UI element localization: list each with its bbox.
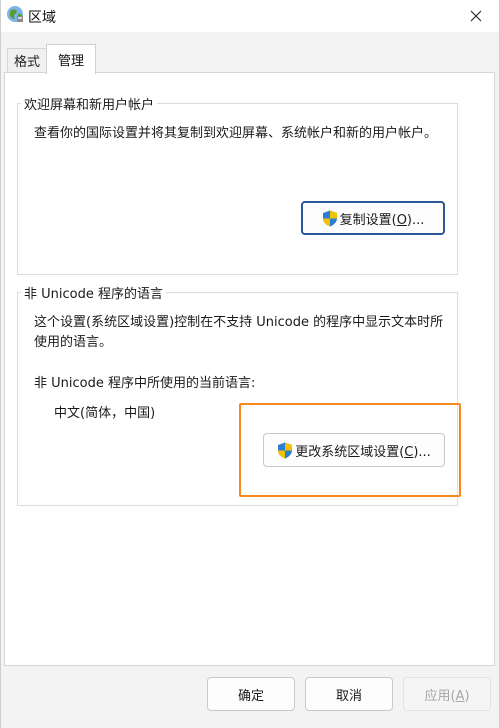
window-title: 区域 <box>28 10 56 26</box>
tab-manage[interactable]: 管理 <box>46 44 96 74</box>
copy-settings-label: 复制设置(O)... <box>339 212 425 228</box>
cancel-button[interactable]: 取消 <box>305 677 393 711</box>
copy-settings-button[interactable]: 复制设置(O)... <box>301 201 445 235</box>
current-language-label: 非 Unicode 程序中所使用的当前语言: <box>34 376 256 391</box>
globe-icon <box>7 6 23 22</box>
unicode-group-title: 非 Unicode 程序的语言 <box>21 283 166 302</box>
tab-format[interactable]: 格式 <box>7 48 47 72</box>
shield-icon <box>278 442 293 458</box>
change-system-locale-label: 更改系统区域设置(C)... <box>295 444 431 460</box>
shield-icon <box>322 210 337 226</box>
close-icon <box>470 10 482 22</box>
region-dialog: 区域 格式 管理 欢迎屏幕和新用户帐户 查看你的国际设置并将其复制到欢迎屏幕、系… <box>0 0 500 728</box>
close-button[interactable] <box>453 0 499 32</box>
welcome-description: 查看你的国际设置并将其复制到欢迎屏幕、系统帐户和新的用户帐户。 <box>34 126 438 141</box>
ok-button[interactable]: 确定 <box>207 677 295 711</box>
change-system-locale-button[interactable]: 更改系统区域设置(C)... <box>263 433 445 467</box>
welcome-group-title: 欢迎屏幕和新用户帐户 <box>21 94 158 113</box>
apply-button[interactable]: 应用(A) <box>403 677 491 711</box>
apply-label: 应用(A) <box>424 688 470 704</box>
current-language-value: 中文(简体，中国) <box>54 406 156 421</box>
unicode-description: 这个设置(系统区域设置)控制在不支持 Unicode 的程序中显示文本时所使用的… <box>34 315 444 350</box>
title-bar: 区域 <box>1 0 499 32</box>
